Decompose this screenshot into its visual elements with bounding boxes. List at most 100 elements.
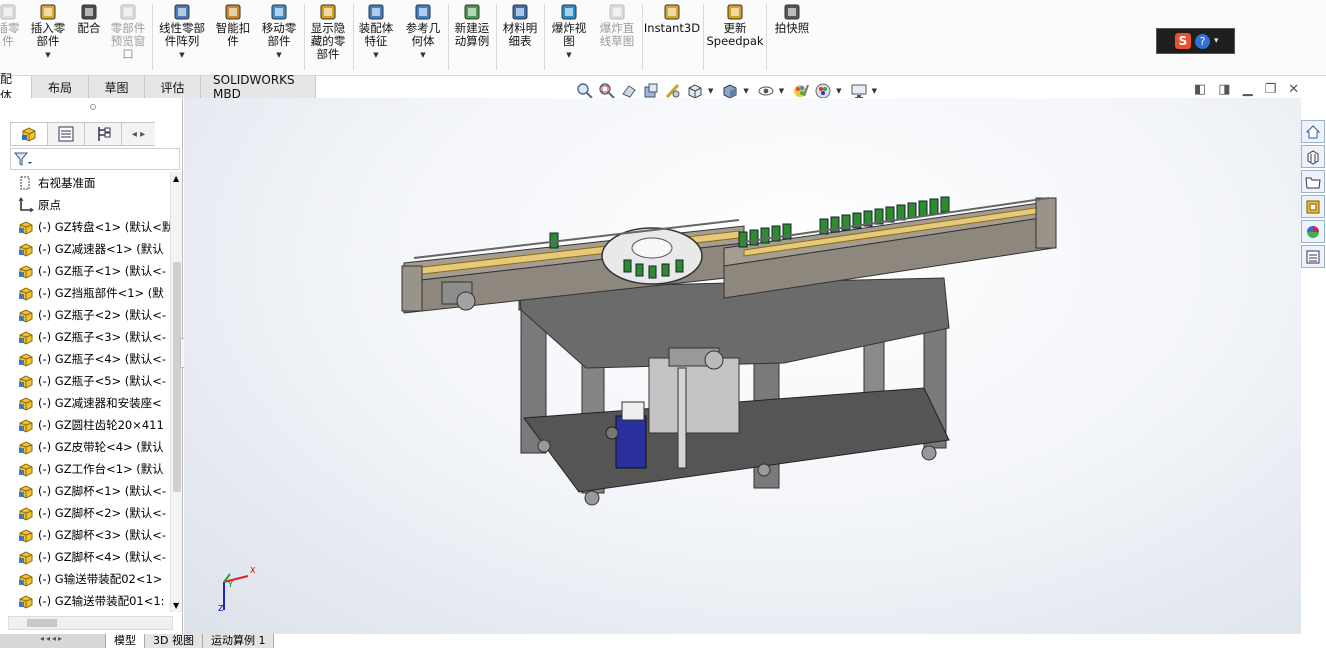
reference-geometry-button[interactable]: 参考几 何体 ▼ [400, 3, 446, 62]
tree-item[interactable]: (-) GZ皮带轮<4> (默认 [0, 436, 170, 458]
tree-item[interactable]: (-) GZ脚杯<2> (默认<- [0, 502, 170, 524]
restore-right-icon[interactable]: ◨ [1218, 82, 1230, 97]
file-explorer-tab[interactable] [1301, 170, 1325, 193]
tree-horizontal-scrollbar[interactable] [8, 616, 173, 630]
scroll-down-arrow-icon[interactable]: ▼ [173, 601, 179, 610]
triad-axes-icon [223, 573, 249, 610]
new-motion-study-button[interactable]: 新建运 动算例 [450, 3, 494, 48]
display-style-dropdown[interactable]: ▼ [743, 87, 748, 95]
graphics-area[interactable]: X Y Z [184, 98, 1301, 634]
show-hidden-button[interactable]: 显示隐 藏的零 部件 [305, 3, 351, 61]
insert-component-button[interactable]: 插入零 部件 ▼ [26, 3, 70, 62]
explode-line-sketch-label: 爆炸直 线草图 [599, 21, 635, 48]
exploded-view-dropdown-arrow[interactable]: ▼ [566, 49, 571, 62]
tab-nav-arrows[interactable]: ◂◂◂▸ [0, 634, 106, 648]
ribbon-separator [448, 4, 449, 70]
tree-item-label: (-) G输送带装配02<1> [38, 572, 163, 586]
tab-evaluate[interactable]: 评估 [145, 76, 201, 98]
exploded-view-button[interactable]: 爆炸视 图 ▼ [546, 3, 592, 62]
smart-fasteners-button[interactable]: 智能扣 件 [212, 3, 254, 48]
move-component-label: 移动零 部件 [261, 21, 297, 48]
hide-show-dropdown[interactable]: ▼ [779, 87, 784, 95]
property-manager-tab[interactable] [47, 122, 84, 146]
tab-layout[interactable]: 布局 [32, 76, 89, 98]
tab-mbd[interactable]: SOLIDWORKS MBD [201, 73, 316, 101]
move-component-button[interactable]: 移动零 部件 ▼ [256, 3, 302, 62]
tree-item[interactable]: (-) GZ瓶子<2> (默认<- [0, 304, 170, 326]
tree-item[interactable]: (-) GZ脚杯<3> (默认<- [0, 524, 170, 546]
assembly-model[interactable] [184, 98, 1301, 634]
insert-component-partial-button: 插零 件 [0, 3, 24, 48]
tree-item[interactable]: 右视基准面 [0, 172, 170, 194]
appearances-tab[interactable] [1301, 220, 1325, 243]
snapshot-button[interactable]: 拍快照 [770, 3, 814, 35]
triad-z-label: Z [218, 604, 224, 613]
tree-item[interactable]: (-) GZ瓶子<4> (默认<- [0, 348, 170, 370]
tab-motion-study[interactable]: 运动算例 1 [202, 634, 275, 648]
tree-item[interactable]: (-) GZ脚杯<1> (默认<- [0, 480, 170, 502]
coordinate-triad: X Y Z [218, 566, 258, 614]
view-settings-dropdown[interactable]: ▼ [872, 87, 877, 95]
sogou-s-icon[interactable]: S [1175, 33, 1191, 49]
tree-item[interactable]: (-) GZ转盘<1> (默认<默 [0, 216, 170, 238]
update-speedpak-button[interactable]: 更新 Speedpak [706, 3, 764, 48]
tree-item[interactable]: (-) GZ减速器<1> (默认 [0, 238, 170, 260]
insert-component-dropdown-arrow[interactable]: ▼ [45, 49, 50, 62]
scroll-up-arrow-icon[interactable]: ▲ [173, 174, 179, 183]
restore-left-icon[interactable]: ◧ [1194, 82, 1206, 97]
configuration-manager-tab[interactable] [84, 122, 121, 146]
assembly-features-dropdown-arrow[interactable]: ▼ [373, 49, 378, 62]
reference-geometry-dropdown-arrow[interactable]: ▼ [420, 49, 425, 62]
tree-item-label: (-) GZ脚杯<4> (默认<- [38, 550, 167, 564]
tree-item[interactable]: (-) GZ瓶子<1> (默认<- [0, 260, 170, 282]
scene-dropdown[interactable]: ▼ [836, 87, 841, 95]
tree-item-label: (-) GZ圆柱齿轮20×411 [38, 418, 164, 432]
solidworks-resources-tab[interactable] [1301, 120, 1325, 143]
help-icon[interactable]: ? [1195, 33, 1210, 49]
ime-toolbar[interactable]: S ? ▾ [1156, 28, 1235, 54]
tab-3d-views[interactable]: 3D 视图 [145, 634, 203, 648]
linear-pattern-button[interactable]: 线性零部 件阵列 ▼ [155, 3, 209, 62]
plane-icon [20, 176, 30, 190]
tree-item[interactable]: (-) GZ减速器和安装座< [0, 392, 170, 414]
tree-vertical-scrollbar[interactable]: ▲ ▼ [170, 172, 182, 612]
tree-item[interactable]: (-) G输送带装配02<1> [0, 568, 170, 590]
tab-model[interactable]: 模型 [106, 634, 145, 648]
bom-button[interactable]: 材料明 细表 [498, 3, 542, 48]
mate-button[interactable]: 配合 [73, 3, 105, 35]
tab-sketch[interactable]: 草图 [89, 76, 145, 98]
ribbon-separator [544, 4, 545, 70]
filter-icon[interactable] [13, 151, 33, 167]
panel-splitter-handle[interactable] [90, 104, 96, 110]
tab-assembly[interactable]: 配体 [0, 72, 32, 103]
design-library-tab[interactable] [1301, 145, 1325, 168]
tree-item[interactable]: (-) GZ瓶子<5> (默认<- [0, 370, 170, 392]
tree-item[interactable]: (-) GZ瓶子<3> (默认<- [0, 326, 170, 348]
move-component-dropdown-arrow[interactable]: ▼ [276, 49, 281, 62]
custom-properties-icon [1306, 250, 1320, 263]
ime-menu-icon[interactable]: ▾ [1214, 36, 1219, 46]
instant3d-button[interactable]: Instant3D [643, 3, 701, 35]
tree-item[interactable]: (-) GZ圆柱齿轮20×411 [0, 414, 170, 436]
mate-label: 配合 [77, 21, 101, 35]
minimize-icon[interactable]: ▁ [1243, 82, 1253, 97]
home-icon [1305, 124, 1321, 138]
scroll-thumb[interactable] [173, 262, 181, 492]
maximize-icon[interactable]: ❐ [1265, 82, 1277, 97]
close-icon[interactable]: ✕ [1288, 82, 1299, 97]
view-orientation-dropdown[interactable]: ▼ [708, 87, 713, 95]
tree-item[interactable]: (-) GZ脚杯<4> (默认<- [0, 546, 170, 568]
linear-pattern-dropdown-arrow[interactable]: ▼ [179, 49, 184, 62]
assembly-features-button[interactable]: 装配体 特征 ▼ [355, 3, 397, 62]
feature-manager-tab[interactable] [10, 122, 47, 146]
component-preview-label: 零部件 预览窗 口 [110, 21, 146, 61]
more-tabs[interactable]: ◂ ▸ [121, 122, 155, 146]
view-palette-tab[interactable] [1301, 195, 1325, 218]
tree-item[interactable]: 原点 [0, 194, 170, 216]
filter-box[interactable] [10, 148, 180, 170]
h-scroll-thumb[interactable] [27, 619, 57, 627]
tree-item[interactable]: (-) GZ输送带装配01<1: [0, 590, 170, 612]
tree-item[interactable]: (-) GZ挡瓶部件<1> (默 [0, 282, 170, 304]
tree-item[interactable]: (-) GZ工作台<1> (默认 [0, 458, 170, 480]
custom-properties-tab[interactable] [1301, 245, 1325, 268]
